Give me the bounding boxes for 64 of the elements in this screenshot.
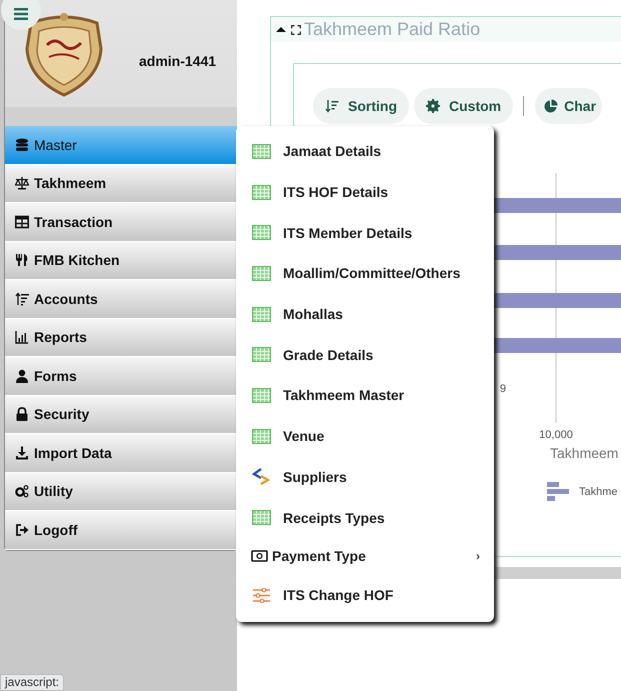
- dropdown-menu-item[interactable]: Receipts Types: [236, 497, 494, 538]
- bar-chart-icon: [15, 330, 29, 344]
- axis-label: 9: [500, 383, 506, 395]
- collapse-caret-icon[interactable]: [276, 26, 286, 33]
- table-icon: [252, 266, 271, 281]
- gears-icon: [15, 484, 29, 498]
- dropdown-menu-item[interactable]: Moallim/Committee/Others: [236, 253, 494, 294]
- sidebar-menu-item[interactable]: Import Data: [5, 434, 237, 472]
- gear-icon: [426, 99, 440, 113]
- user-icon: [15, 368, 29, 383]
- table-icon: [252, 510, 271, 526]
- sidebar-menu-item[interactable]: FMB Kitchen: [5, 242, 237, 280]
- table-icon: [252, 388, 271, 403]
- sidebar-menu-item[interactable]: Logoff: [5, 511, 237, 550]
- dropdown-menu-item[interactable]: Payment Type ›: [236, 538, 494, 575]
- legend-bar-icon: [547, 482, 569, 501]
- sidebar-menu-item[interactable]: Accounts: [5, 280, 237, 318]
- pie-chart-icon: [544, 99, 558, 113]
- dropdown-menu-item[interactable]: Takhmeem Master: [236, 375, 494, 416]
- fork-knife-icon: [15, 253, 29, 268]
- sidebar-menu-item[interactable]: Transaction: [5, 203, 237, 242]
- dropdown-menu-item[interactable]: Suppliers: [236, 456, 494, 498]
- sliders-icon: [252, 588, 271, 603]
- download-icon: [15, 446, 29, 460]
- menu-icon: [14, 8, 28, 20]
- dropdown-menu-item[interactable]: ITS HOF Details: [236, 172, 494, 212]
- toolbar-button[interactable]: Char: [535, 88, 602, 124]
- sidebar-menu-item[interactable]: Security: [5, 396, 237, 434]
- dropdown-menu-item[interactable]: Grade Details: [236, 334, 494, 376]
- axis-tick-label: 10,000: [539, 429, 573, 441]
- panel-title: Takhmeem Paid Ratio: [304, 19, 480, 40]
- sidebar-menu-item[interactable]: Utility: [5, 472, 237, 511]
- lock-icon: [15, 407, 29, 422]
- dropdown-menu-item[interactable]: ITS Member Details: [236, 212, 494, 254]
- axis-title: Takhmeem: [550, 445, 618, 461]
- toolbar-button[interactable]: Custom: [414, 88, 514, 124]
- sidebar-menu-item[interactable]: Reports: [5, 318, 237, 357]
- dropdown-menu-item[interactable]: Mohallas: [236, 294, 494, 334]
- balance-scale-icon: [15, 176, 29, 190]
- status-bar-url: javascript:: [0, 674, 64, 691]
- dropdown-menu-item[interactable]: Jamaat Details: [236, 131, 494, 172]
- table-icon: [252, 428, 271, 444]
- dropdown-menu-item[interactable]: Venue: [236, 416, 494, 456]
- sort-icon: [325, 99, 339, 113]
- database-icon: [15, 138, 29, 152]
- username-label: admin-1441: [139, 52, 216, 68]
- table-icon: [252, 184, 271, 200]
- table-icon: [15, 214, 29, 229]
- logout-icon: [15, 522, 29, 537]
- table-icon: [252, 347, 271, 362]
- dropdown-menu-item[interactable]: ITS Change HOF: [236, 574, 494, 616]
- toolbar-button[interactable]: Sorting: [313, 88, 409, 124]
- chevrons-icon: [252, 468, 271, 486]
- sidebar-menu-item[interactable]: Takhmeem: [5, 164, 237, 203]
- banknote-icon: [251, 550, 268, 562]
- sidebar-menu-item[interactable]: Master: [5, 126, 237, 164]
- table-icon: [252, 225, 271, 240]
- table-icon: [252, 306, 271, 322]
- fullscreen-icon[interactable]: [291, 24, 301, 34]
- table-icon: [252, 144, 271, 159]
- legend-label: Takhme: [579, 486, 618, 498]
- sidebar-menu-item[interactable]: Forms: [5, 357, 237, 396]
- sort-icon: [15, 292, 29, 306]
- menu-toggle-button[interactable]: [1, 0, 41, 30]
